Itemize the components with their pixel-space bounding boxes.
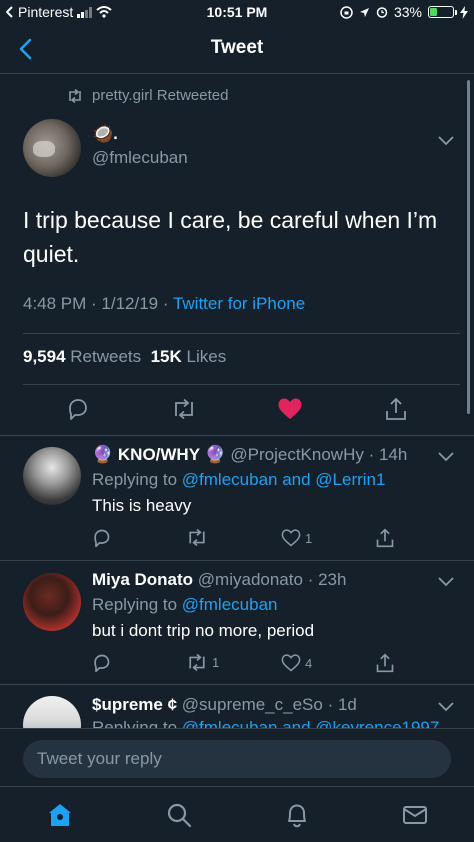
reply-author-name[interactable]: $upreme ¢ — [92, 695, 177, 714]
likes-label: Likes — [181, 347, 227, 366]
charging-icon — [460, 5, 468, 19]
messages-icon[interactable] — [401, 801, 429, 829]
replying-to-prefix: Replying to — [92, 595, 182, 614]
share-button[interactable] — [375, 527, 395, 549]
home-icon[interactable] — [46, 801, 74, 829]
reply-author-name[interactable]: 🔮 KNO/WHY 🔮 — [92, 445, 226, 464]
retweeted-by[interactable]: pretty.girl Retweeted — [66, 87, 228, 104]
retweeted-by-label: pretty.girl Retweeted — [92, 87, 229, 104]
location-icon — [359, 7, 369, 17]
heart-icon — [281, 654, 301, 672]
avatar[interactable] — [23, 447, 81, 505]
status-bar: Pinterest 10:51 PM 33% — [0, 0, 474, 24]
replying-to-users[interactable]: @fmlecuban — [182, 595, 278, 614]
like-count: 1 — [305, 530, 313, 546]
tab-bar — [0, 786, 474, 842]
tweet-source-link[interactable]: Twitter for iPhone — [173, 294, 305, 313]
reply-icon — [94, 654, 110, 673]
battery-icon — [428, 6, 457, 18]
reply-time: · 23h — [307, 570, 347, 589]
reply-author-handle: @supreme_c_eSo — [181, 695, 323, 714]
share-icon — [376, 653, 394, 673]
reply-icon — [94, 529, 110, 548]
divider — [23, 384, 460, 385]
reply-author-handle: @ProjectKnowHy — [230, 445, 364, 464]
reply-author-handle: @miyadonato — [197, 570, 303, 589]
reply-text: but i dont trip no more, period — [92, 621, 315, 640]
tweet-actions — [0, 394, 474, 424]
divider — [0, 560, 474, 561]
retweet-icon — [189, 528, 205, 547]
search-icon[interactable] — [165, 801, 193, 829]
author-name[interactable]: 🥥. — [92, 124, 118, 144]
heart-icon — [281, 529, 301, 547]
tweet-meta: 4:48 PM · 1/12/19 · Twitter for iPhone — [23, 294, 305, 314]
tweet-stats[interactable]: 9,594 Retweets 15K Likes — [23, 347, 226, 367]
retweet-icon — [189, 653, 205, 672]
like-count: 4 — [305, 655, 313, 671]
like-button[interactable]: 1 — [281, 529, 312, 547]
replying-to: Replying to @fmlecuban — [92, 595, 277, 615]
scrollbar[interactable] — [467, 80, 470, 414]
retweets-label: Retweets — [65, 347, 151, 366]
reply-time: · 14h — [368, 445, 408, 464]
chevron-down-icon[interactable] — [438, 577, 454, 587]
replying-to: Replying to @fmlecuban and @Lerrin1 — [92, 470, 385, 490]
divider — [23, 333, 460, 334]
reply-author: $upreme ¢ @supreme_c_eSo · 1d — [92, 695, 357, 715]
retweet-icon[interactable] — [171, 398, 197, 420]
reply-time: · 1d — [327, 695, 357, 714]
avatar[interactable] — [23, 573, 81, 631]
retweet-button[interactable]: 1 — [186, 653, 219, 672]
retweet-button[interactable] — [186, 528, 212, 547]
retweets-count: 9,594 — [23, 347, 66, 366]
share-icon — [376, 528, 394, 548]
reply-button[interactable] — [91, 653, 111, 673]
chevron-down-icon[interactable] — [438, 136, 454, 146]
reply-text: This is heavy — [92, 496, 192, 515]
tweet-timestamp: 4:48 PM · 1/12/19 · — [23, 294, 173, 313]
reply-author-name[interactable]: Miya Donato — [92, 570, 193, 589]
status-right: 33% — [340, 4, 468, 20]
share-button[interactable] — [375, 652, 395, 674]
chevron-down-icon[interactable] — [438, 452, 454, 462]
navigation-bar: Tweet — [0, 24, 474, 74]
retweet-icon — [69, 88, 81, 103]
share-icon[interactable] — [384, 396, 408, 422]
replying-to-users[interactable]: @fmlecuban and @Lerrin1 — [182, 470, 386, 489]
reply-composer: Tweet your reply — [0, 728, 474, 786]
replying-to-prefix: Replying to — [92, 470, 182, 489]
lock-rotation-icon — [340, 5, 353, 19]
likes-count: 15K — [150, 347, 182, 366]
divider — [0, 684, 474, 685]
reply-author: 🔮 KNO/WHY 🔮 @ProjectKnowHy · 14h — [92, 445, 407, 465]
like-button[interactable]: 4 — [281, 654, 312, 672]
tweet-text: I trip because I care, be careful when I… — [23, 207, 438, 267]
chevron-down-icon[interactable] — [438, 702, 454, 712]
avatar[interactable] — [23, 119, 81, 177]
reply-author: Miya Donato @miyadonato · 23h — [92, 570, 346, 590]
reply-icon[interactable] — [65, 397, 89, 421]
divider — [0, 435, 474, 436]
retweet-count: 1 — [212, 655, 220, 670]
reply-button[interactable] — [91, 528, 111, 548]
heart-filled-icon[interactable] — [277, 397, 303, 421]
battery-percent: 33% — [393, 4, 422, 20]
alarm-icon — [376, 7, 388, 18]
author-handle[interactable]: @fmlecuban — [92, 148, 188, 168]
reply-input[interactable]: Tweet your reply — [23, 740, 451, 778]
notifications-icon[interactable] — [283, 801, 311, 829]
page-title: Tweet — [210, 37, 264, 58]
